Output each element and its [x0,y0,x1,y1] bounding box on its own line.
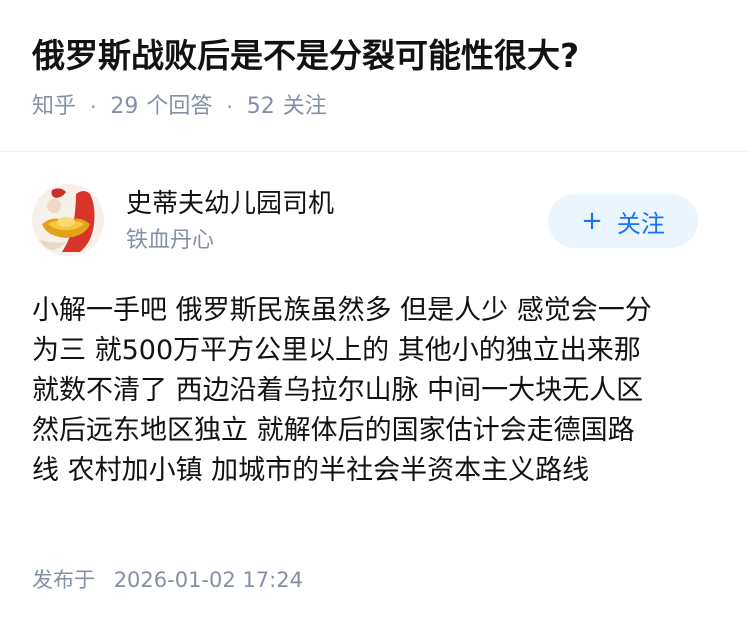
author-name[interactable]: 史蒂夫幼儿园司机 [126,186,334,222]
publish-time: 发布于 2026-01-02 17:24 [32,565,303,595]
avatar-gold-ingot-icon [32,184,104,256]
answer-content[interactable]: 小解一手吧 俄罗斯民族虽然多 但是人少 感觉会一分 为三 就500万平方公里以上… [32,291,722,491]
follow-button-label: 关注 [616,209,665,238]
meta-separator: · [226,95,233,119]
published-label: 发布于 [32,568,95,592]
answer-line: 小解一手吧 俄罗斯民族虽然多 但是人少 感觉会一分 [32,295,652,326]
follow-button[interactable]: + 关注 [548,194,698,248]
plus-icon: + [581,206,603,236]
followers-count: 52 [246,94,275,119]
answers-count: 29 [110,94,139,119]
answer-line: 线 农村加小镇 加城市的半社会半资本主义路线 [32,455,590,486]
avatar[interactable] [32,184,104,256]
followers-label: 关注 [282,94,327,119]
answer-line: 就数不清了 西边沿着乌拉尔山脉 中间一大块无人区 [32,375,644,406]
question-header: 俄罗斯战败后是不是分裂可能性很大? 知乎 · 29 个回答 · 52 关注 [32,30,722,122]
question-title[interactable]: 俄罗斯战败后是不是分裂可能性很大? [32,30,722,82]
answer-line: 然后远东地区独立 就解体后的国家估计会走德国路 [32,415,635,446]
author-headline: 铁血丹心 [126,228,215,253]
meta-separator: · [90,95,97,119]
question-meta: 知乎 · 29 个回答 · 52 关注 [32,92,722,122]
answer-page: 俄罗斯战败后是不是分裂可能性很大? 知乎 · 29 个回答 · 52 关注 史蒂… [0,0,750,630]
answers-label[interactable]: 个回答 [146,92,212,122]
author-row: 史蒂夫幼儿园司机 铁血丹心 + 关注 [32,184,718,260]
answer-line: 为三 就500万平方公里以上的 其他小的独立出来那 [32,335,641,366]
published-time: 2026-01-02 17:24 [113,568,303,592]
source-label[interactable]: 知乎 [32,92,76,122]
divider [0,151,750,152]
